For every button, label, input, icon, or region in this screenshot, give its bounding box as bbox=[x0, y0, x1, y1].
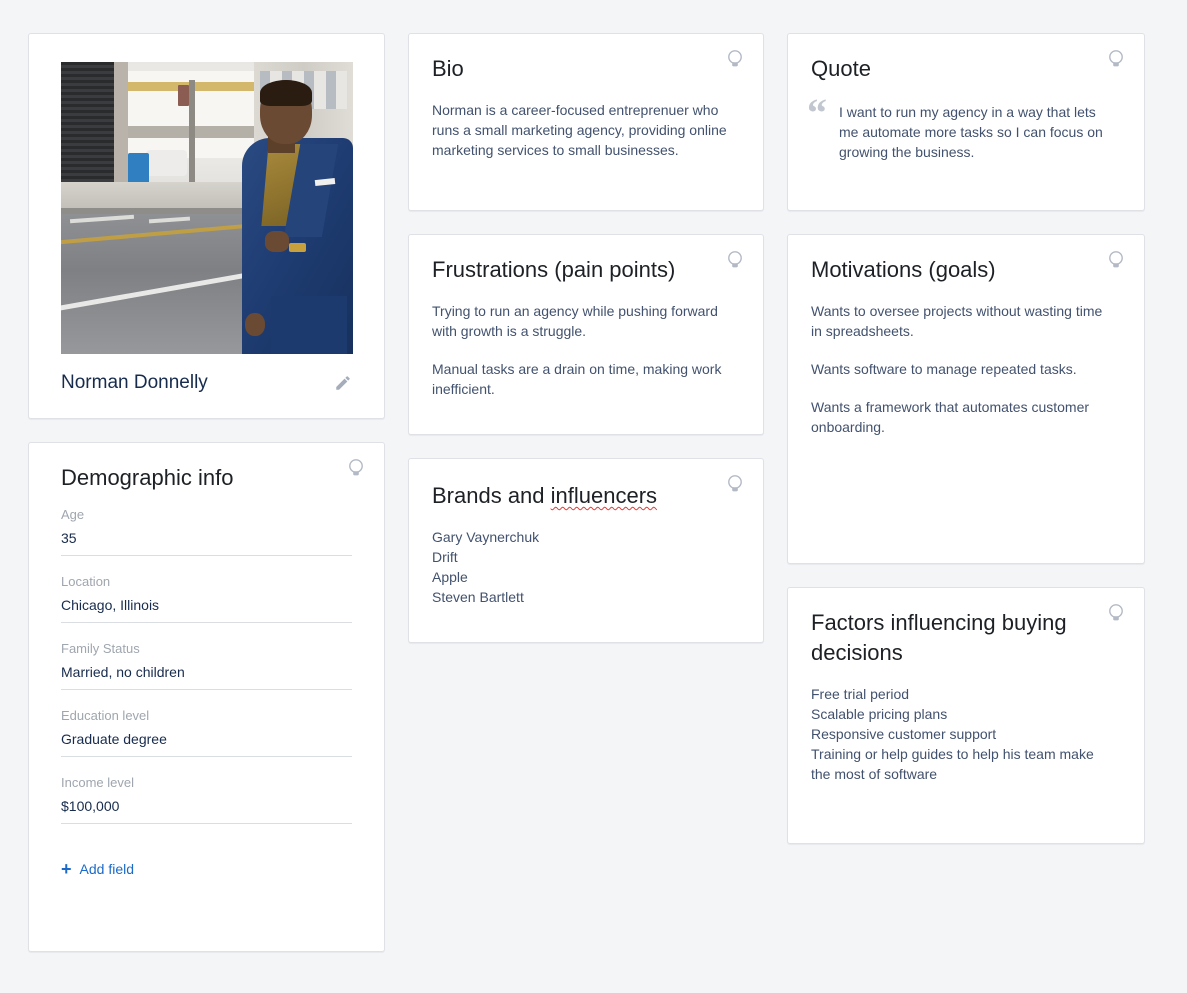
lightbulb-icon[interactable] bbox=[725, 473, 745, 495]
list-item[interactable]: Free trial period bbox=[811, 684, 1116, 704]
list-item[interactable]: Apple bbox=[432, 567, 735, 587]
lightbulb-icon[interactable] bbox=[1106, 249, 1126, 271]
demographic-title: Demographic info bbox=[61, 465, 234, 490]
bio-card: Bio Norman is a career-focused entrepren… bbox=[408, 33, 764, 211]
demographic-info-card: Demographic info Age 35 Location Chicago… bbox=[28, 442, 385, 952]
factors-title: Factors influencing buying decisions bbox=[811, 610, 1067, 665]
motivations-title: Motivations (goals) bbox=[811, 257, 996, 282]
bio-body: Norman is a career-focused entreprenuer … bbox=[409, 84, 763, 160]
bio-title: Bio bbox=[432, 56, 464, 81]
list-item[interactable]: Gary Vaynerchuk bbox=[432, 527, 735, 547]
lightbulb-icon[interactable] bbox=[1106, 602, 1126, 624]
lightbulb-icon[interactable] bbox=[725, 48, 745, 70]
frustrations-body: Trying to run an agency while pushing fo… bbox=[409, 285, 763, 399]
field-age: Age 35 bbox=[61, 507, 352, 558]
field-label: Income level bbox=[61, 775, 134, 790]
field-location: Location Chicago, Illinois bbox=[61, 574, 352, 625]
field-value[interactable]: Graduate degree bbox=[61, 731, 352, 757]
profile-photo bbox=[61, 62, 353, 354]
profile-name: Norman Donnelly bbox=[61, 372, 208, 393]
brands-title-misspelled-word: influencers bbox=[550, 483, 658, 508]
quote-text[interactable]: I want to run my agency in a way that le… bbox=[839, 98, 1114, 162]
motivations-paragraph[interactable]: Wants a framework that automates custome… bbox=[811, 397, 1116, 437]
field-income-level: Income level $100,000 bbox=[61, 775, 352, 826]
field-label: Family Status bbox=[61, 641, 140, 656]
field-value[interactable]: $100,000 bbox=[61, 798, 352, 824]
motivations-paragraph[interactable]: Wants software to manage repeated tasks. bbox=[811, 359, 1116, 379]
column-middle: Bio Norman is a career-focused entrepren… bbox=[408, 33, 764, 643]
field-value[interactable]: Chicago, Illinois bbox=[61, 597, 352, 623]
field-label: Education level bbox=[61, 708, 150, 723]
plus-icon: + bbox=[61, 859, 72, 879]
bio-text[interactable]: Norman is a career-focused entreprenuer … bbox=[432, 100, 735, 160]
lightbulb-icon[interactable] bbox=[1106, 48, 1126, 70]
motivations-card: Motivations (goals) Wants to oversee pro… bbox=[787, 234, 1145, 564]
frustrations-title: Frustrations (pain points) bbox=[432, 257, 676, 282]
column-right: Quote “ I want to run my agency in a way… bbox=[787, 33, 1145, 844]
quote-title: Quote bbox=[811, 56, 871, 81]
frustrations-card: Frustrations (pain points) Trying to run… bbox=[408, 234, 764, 435]
lightbulb-icon[interactable] bbox=[725, 249, 745, 271]
field-label: Location bbox=[61, 574, 111, 589]
profile-name-row: Norman Donnelly bbox=[61, 372, 357, 394]
factors-body: Free trial period Scalable pricing plans… bbox=[788, 668, 1144, 784]
lightbulb-icon[interactable] bbox=[346, 457, 366, 479]
persona-board: Norman Donnelly Demographic info Age 35 bbox=[0, 0, 1187, 993]
profile-card: Norman Donnelly bbox=[28, 33, 385, 419]
field-label: Age bbox=[61, 507, 85, 522]
motivations-body: Wants to oversee projects without wastin… bbox=[788, 285, 1144, 437]
quote-body: “ I want to run my agency in a way that … bbox=[788, 84, 1144, 162]
factors-influencing-buying-decisions-card: Factors influencing buying decisions Fre… bbox=[787, 587, 1145, 844]
field-family-status: Family Status Married, no children bbox=[61, 641, 352, 692]
pencil-icon[interactable] bbox=[334, 374, 352, 392]
field-value[interactable]: Married, no children bbox=[61, 664, 352, 690]
list-item[interactable]: Steven Bartlett bbox=[432, 587, 735, 607]
frustrations-paragraph[interactable]: Manual tasks are a drain on time, making… bbox=[432, 359, 735, 399]
quote-card: Quote “ I want to run my agency in a way… bbox=[787, 33, 1145, 211]
brands-body: Gary Vaynerchuk Drift Apple Steven Bartl… bbox=[409, 511, 763, 607]
add-field-label: Add field bbox=[79, 861, 134, 877]
brands-title-text: Brands and bbox=[432, 483, 551, 508]
quote-mark-icon: “ bbox=[807, 90, 827, 135]
list-item[interactable]: Responsive customer support bbox=[811, 724, 1116, 744]
motivations-paragraph[interactable]: Wants to oversee projects without wastin… bbox=[811, 301, 1116, 341]
list-item[interactable]: Scalable pricing plans bbox=[811, 704, 1116, 724]
frustrations-paragraph[interactable]: Trying to run an agency while pushing fo… bbox=[432, 301, 735, 341]
field-education-level: Education level Graduate degree bbox=[61, 708, 352, 759]
field-value[interactable]: 35 bbox=[61, 530, 352, 556]
brands-and-influencers-card: Brands and influencers Gary Vaynerchuk D… bbox=[408, 458, 764, 643]
list-item[interactable]: Drift bbox=[432, 547, 735, 567]
list-item[interactable]: Training or help guides to help his team… bbox=[811, 744, 1116, 784]
add-field-button[interactable]: + Add field bbox=[61, 860, 352, 878]
column-left: Norman Donnelly Demographic info Age 35 bbox=[28, 33, 385, 952]
brands-title: Brands and influencers bbox=[409, 459, 763, 511]
